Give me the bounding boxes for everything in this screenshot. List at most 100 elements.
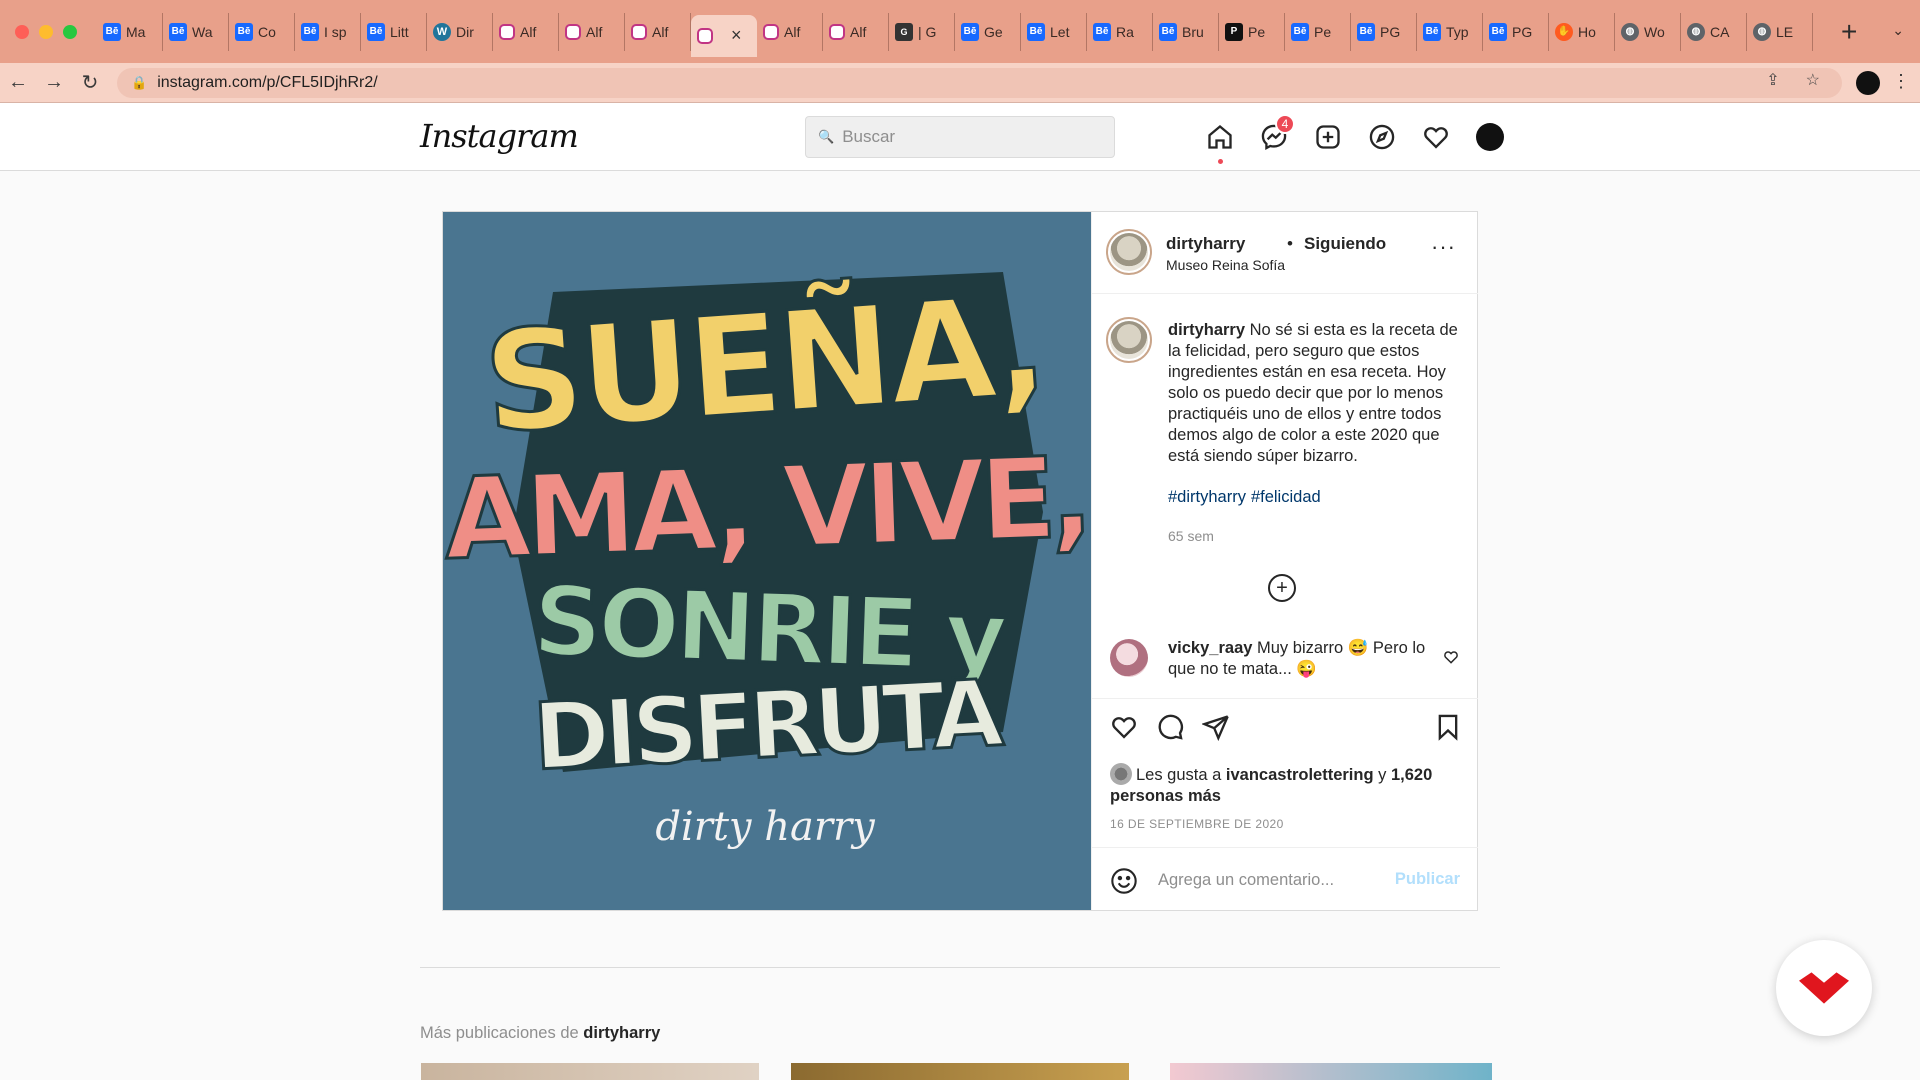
post-location[interactable]: Museo Reina Sofía <box>1166 257 1285 273</box>
profile-avatar[interactable] <box>1475 122 1505 152</box>
publish-button[interactable]: Publicar <box>1395 870 1460 889</box>
browser-tab[interactable]: ◍ Wo <box>1615 12 1681 51</box>
browser-tab[interactable]: P Pe <box>1219 12 1285 51</box>
address-bar[interactable]: 🔒 instagram.com/p/CFL5IDjhRr2/ <box>117 68 1842 98</box>
liker-avatar[interactable] <box>1110 763 1132 785</box>
instagram-icon <box>499 23 515 40</box>
save-bookmark-icon[interactable] <box>1434 713 1462 746</box>
back-button[interactable]: ← <box>0 71 36 94</box>
share-paper-plane-icon[interactable] <box>1200 713 1230 746</box>
post-image[interactable]: SUEÑA, AMA, VIVE, SONRIE y DISFRUTA dirt… <box>443 212 1091 910</box>
author-avatar[interactable] <box>1106 229 1152 275</box>
floating-app-button[interactable] <box>1776 940 1872 1036</box>
browser-tab[interactable]: Bē Ra <box>1087 12 1153 51</box>
minimize-window-button[interactable] <box>39 24 53 39</box>
close-window-button[interactable] <box>15 24 29 39</box>
following-button[interactable]: Siguiendo <box>1304 234 1386 254</box>
new-tab-button[interactable]: + <box>1841 16 1857 48</box>
browser-tab[interactable]: Alf <box>559 12 625 51</box>
caption-username[interactable]: dirtyharry <box>1168 321 1245 339</box>
search-box[interactable]: 🔍 <box>805 116 1115 158</box>
caption-author-avatar[interactable] <box>1106 317 1152 363</box>
globe-icon: ◍ <box>1621 22 1639 41</box>
tab-close-icon[interactable]: × <box>731 25 742 46</box>
browser-tab[interactable]: Bē PG <box>1483 12 1549 51</box>
comment-like-heart-icon[interactable] <box>1443 649 1459 665</box>
window-controls <box>15 24 77 39</box>
bookmark-star-icon[interactable]: ☆ <box>1806 70 1820 90</box>
caption-text: No sé si esta es la receta de la felicid… <box>1168 321 1458 465</box>
more-post-thumbnail[interactable] <box>421 1063 759 1080</box>
browser-tab[interactable]: Bē PG <box>1351 12 1417 51</box>
browser-tab[interactable]: Bē I sp <box>295 12 361 51</box>
browser-tab[interactable]: ◍ CA <box>1681 12 1747 51</box>
hashtag-link[interactable]: #dirtyharry <box>1168 488 1246 506</box>
caption-timestamp[interactable]: 65 sem <box>1168 528 1214 544</box>
browser-tab[interactable]: Alf <box>625 12 691 51</box>
browser-tab[interactable]: Bē Bru <box>1153 12 1219 51</box>
browser-tab[interactable]: Bē Ma <box>97 12 163 51</box>
activity-heart-icon[interactable] <box>1421 122 1451 152</box>
browser-tab[interactable]: Alf <box>757 12 823 51</box>
comment-bubble-icon[interactable] <box>1156 713 1184 746</box>
tab-search-chevron-icon[interactable]: ⌄ <box>1892 22 1904 39</box>
new-post-icon[interactable] <box>1313 122 1343 152</box>
author-username[interactable]: dirtyharry <box>1166 234 1245 254</box>
like-heart-icon[interactable] <box>1110 713 1138 746</box>
browser-tab[interactable]: G | G <box>889 12 955 51</box>
browser-tab[interactable]: Bē Litt <box>361 12 427 51</box>
browser-tab[interactable]: Alf <box>493 12 559 51</box>
load-more-comments-button[interactable]: + <box>1268 574 1296 602</box>
comment-input[interactable] <box>1158 866 1378 894</box>
behance-icon: Bē <box>1423 22 1441 41</box>
browser-tab[interactable]: Alf <box>823 12 889 51</box>
hashtag-link[interactable]: #felicidad <box>1251 488 1321 506</box>
forward-button[interactable]: → <box>36 71 72 94</box>
search-input[interactable] <box>842 127 1103 147</box>
globe-icon: ◍ <box>1753 22 1771 41</box>
reload-button[interactable]: ↻ <box>72 70 108 95</box>
browser-tab[interactable]: Bē Typ <box>1417 12 1483 51</box>
browser-menu-icon[interactable]: ⋮ <box>1892 71 1910 92</box>
tab-label: Wo <box>1644 23 1665 40</box>
lock-icon: 🔒 <box>131 75 148 90</box>
browser-tab[interactable]: ✋ Ho <box>1549 12 1615 51</box>
instagram-icon <box>631 23 647 40</box>
comment-username[interactable]: vicky_raay <box>1168 639 1252 657</box>
messenger-icon[interactable]: 4 <box>1259 114 1295 152</box>
explore-compass-icon[interactable] <box>1367 122 1397 152</box>
tab-label: Alf <box>586 23 603 40</box>
browser-tab[interactable]: Bē Co <box>229 12 295 51</box>
tab-label: Alf <box>652 23 669 40</box>
post-caption: dirtyharry No sé si esta es la receta de… <box>1168 320 1468 467</box>
browser-tab[interactable]: × <box>691 14 757 57</box>
liker-username[interactable]: ivancastrolettering <box>1226 766 1374 784</box>
tab-label: Ho <box>1578 23 1596 40</box>
browser-tab[interactable]: Bē Ge <box>955 12 1021 51</box>
browser-tab[interactable]: Bē Let <box>1021 12 1087 51</box>
behance-icon: Bē <box>1093 22 1111 41</box>
commenter-avatar[interactable] <box>1110 639 1148 677</box>
emoji-smiley-icon[interactable] <box>1110 867 1138 895</box>
instagram-logo[interactable]: Instagram <box>420 117 579 155</box>
maximize-window-button[interactable] <box>63 24 77 39</box>
more-options-icon[interactable]: ··· <box>1431 234 1456 260</box>
browser-profile-avatar[interactable] <box>1856 71 1880 95</box>
tab-label: LE <box>1776 23 1794 40</box>
browser-tab[interactable]: ◍ LE <box>1747 12 1813 51</box>
likes-prefix: Les gusta a <box>1136 766 1222 784</box>
behance-icon: Bē <box>235 22 253 41</box>
browser-tab[interactable]: Bē Pe <box>1285 12 1351 51</box>
browser-tab[interactable]: W Dir <box>427 12 493 51</box>
tab-label: Bru <box>1182 23 1204 40</box>
more-posts-username[interactable]: dirtyharry <box>583 1024 660 1042</box>
more-post-thumbnail[interactable] <box>1170 1063 1492 1080</box>
instagram-icon <box>697 27 713 44</box>
more-post-thumbnail[interactable] <box>791 1063 1129 1080</box>
share-icon[interactable]: ⇪ <box>1766 70 1779 90</box>
tab-label: I sp <box>324 23 347 40</box>
home-icon[interactable] <box>1205 122 1235 164</box>
browser-tab[interactable]: Bē Wa <box>163 12 229 51</box>
post-date[interactable]: 16 DE SEPTIEMBRE DE 2020 <box>1110 817 1284 831</box>
messages-badge: 4 <box>1275 114 1295 134</box>
